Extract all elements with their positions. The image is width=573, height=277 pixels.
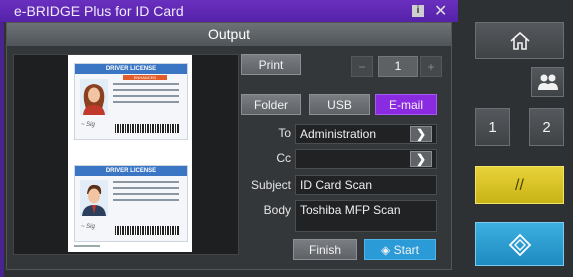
close-icon[interactable]: ✕ (434, 1, 447, 21)
start-label: Start (393, 243, 419, 257)
output-dialog: Output DRIVER LICENSE ENHANCED ~ Sig DRI… (6, 22, 452, 270)
users-button[interactable] (531, 67, 564, 97)
usb-button[interactable]: USB (309, 94, 370, 115)
clear-button[interactable]: // (475, 166, 564, 204)
page-footer (74, 245, 100, 247)
cc-arrow-button[interactable]: ❯ (410, 151, 432, 167)
decrease-copies-button[interactable]: − (351, 56, 373, 77)
body-field[interactable]: Toshiba MFP Scan (295, 200, 437, 232)
to-arrow-button[interactable]: ❯ (410, 126, 432, 142)
start-diamond-icon (508, 233, 531, 257)
dialog-title: Output (7, 23, 451, 46)
signature-2: ~ Sig (81, 224, 95, 230)
card-header: DRIVER LICENSE (75, 64, 187, 74)
preview-page: DRIVER LICENSE ENHANCED ~ Sig DRIVER LIC… (68, 55, 192, 252)
subject-label: Subject (250, 178, 291, 192)
to-label: To (278, 126, 291, 140)
cc-label: Cc (276, 151, 291, 165)
one-button[interactable]: 1 (475, 108, 510, 146)
email-button[interactable]: E-mail (375, 94, 437, 115)
barcode (115, 124, 179, 133)
card-subheader: ENHANCED (123, 75, 167, 80)
copies-field[interactable]: 1 (378, 56, 418, 77)
id-card-front: DRIVER LICENSE ENHANCED ~ Sig (74, 63, 188, 140)
finish-button[interactable]: Finish (293, 239, 357, 260)
card-text-lines (113, 83, 179, 107)
male-portrait-icon (80, 180, 108, 216)
card-header-2: DRIVER LICENSE (75, 166, 187, 176)
folder-button[interactable]: Folder (241, 94, 301, 115)
card-text-lines-2 (113, 181, 179, 205)
female-portrait-icon (80, 79, 108, 115)
two-button[interactable]: 2 (529, 108, 564, 146)
info-icon[interactable]: i (412, 5, 424, 17)
print-button[interactable]: Print (241, 54, 301, 75)
start-diamond-icon: ◈ (381, 243, 391, 257)
id-card-back: DRIVER LICENSE ~ Sig (74, 165, 188, 242)
app-title: e-BRIDGE Plus for ID Card (14, 3, 184, 19)
signature: ~ Sig (81, 122, 95, 128)
scan-preview: DRIVER LICENSE ENHANCED ~ Sig DRIVER LIC… (13, 54, 239, 255)
home-icon (509, 31, 530, 50)
home-button[interactable] (475, 22, 564, 59)
app-titlebar: e-BRIDGE Plus for ID Card i ✕ (0, 0, 458, 22)
body-label: Body (263, 203, 291, 217)
barcode-2 (115, 226, 179, 235)
hardware-start-button[interactable] (475, 222, 564, 266)
start-button[interactable]: ◈ Start (364, 239, 436, 260)
increase-copies-button[interactable]: + (420, 56, 442, 77)
users-icon (537, 74, 558, 90)
window-edge (0, 22, 4, 277)
subject-field[interactable]: ID Card Scan (295, 175, 437, 195)
